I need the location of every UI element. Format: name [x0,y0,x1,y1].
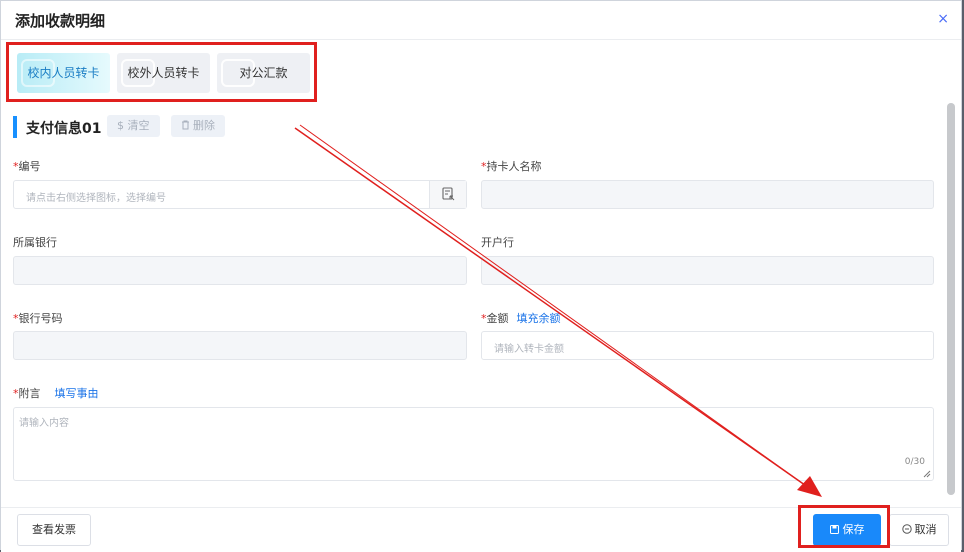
branch-input[interactable] [481,256,934,285]
amount-input[interactable]: 请输入转卡金额 [481,331,934,360]
bank-label: 所属银行 [13,236,57,249]
tab-corporate-remittance[interactable]: 对公汇款 [217,53,310,93]
number-input[interactable]: 请点击右侧选择图标，选择编号 [13,180,467,209]
resize-handle-icon[interactable] [923,470,931,478]
save-label: 保存 [842,523,865,536]
save-icon [829,525,839,534]
trash-icon [182,120,189,130]
cardholder-input[interactable] [481,180,934,209]
delete-label: 删除 [193,119,215,132]
tab-internal-transfer[interactable]: 校内人员转卡 [17,53,110,93]
cancel-label: 取消 [914,523,937,536]
note-label: *附言 填写事由 [13,387,99,400]
cancel-icon [901,524,912,534]
fill-balance-link[interactable]: 填充余额 [517,312,561,325]
account-label: *银行号码 [13,312,63,325]
dialog-footer: 查看发票 保存 取消 [1,507,961,552]
number-placeholder: 请点击右侧选择图标，选择编号 [26,193,166,204]
cancel-button[interactable]: 取消 [889,514,949,546]
tab-label: 校外人员转卡 [127,66,200,80]
save-button[interactable]: 保存 [813,514,881,546]
bank-input[interactable] [13,256,467,285]
delete-button[interactable]: 删除 [171,115,225,137]
dialog-title: 添加收款明细 [15,12,106,30]
fill-reason-link[interactable]: 填写事由 [55,387,99,400]
note-textarea[interactable]: 请输入内容 0/30 [13,407,934,481]
close-icon[interactable]: × [937,11,949,27]
scrollbar-thumb[interactable] [947,103,955,495]
number-label: *编号 [13,160,41,173]
tab-external-transfer[interactable]: 校外人员转卡 [117,53,210,93]
clear-button[interactable]: $ 清空 [107,115,160,137]
note-placeholder: 请输入内容 [19,418,69,429]
scrollbar[interactable] [947,103,955,495]
account-input[interactable] [13,331,467,360]
form-scroll-area: 支付信息01 $ 清空 删除 *编号 请点击右侧选择图标，选择编号 *持卡人名称… [1,101,949,506]
section-accent [13,116,17,138]
view-invoice-button[interactable]: 查看发票 [17,514,91,546]
cardholder-label: *持卡人名称 [481,160,542,173]
branch-label: 开户行 [481,236,514,249]
select-number-icon[interactable] [429,181,466,208]
amount-placeholder: 请输入转卡金额 [494,344,564,355]
amount-label: *金额 填充余额 [481,312,561,325]
tab-label: 对公汇款 [239,66,288,80]
dialog: 添加收款明细 × 校内人员转卡 校外人员转卡 对公汇款 支付信息01 $ 清空 … [0,0,962,552]
section-title: 支付信息01 [26,121,102,137]
dialog-header: 添加收款明细 × [1,1,961,40]
note-counter: 0/30 [904,457,925,467]
tab-label: 校内人员转卡 [27,66,100,80]
